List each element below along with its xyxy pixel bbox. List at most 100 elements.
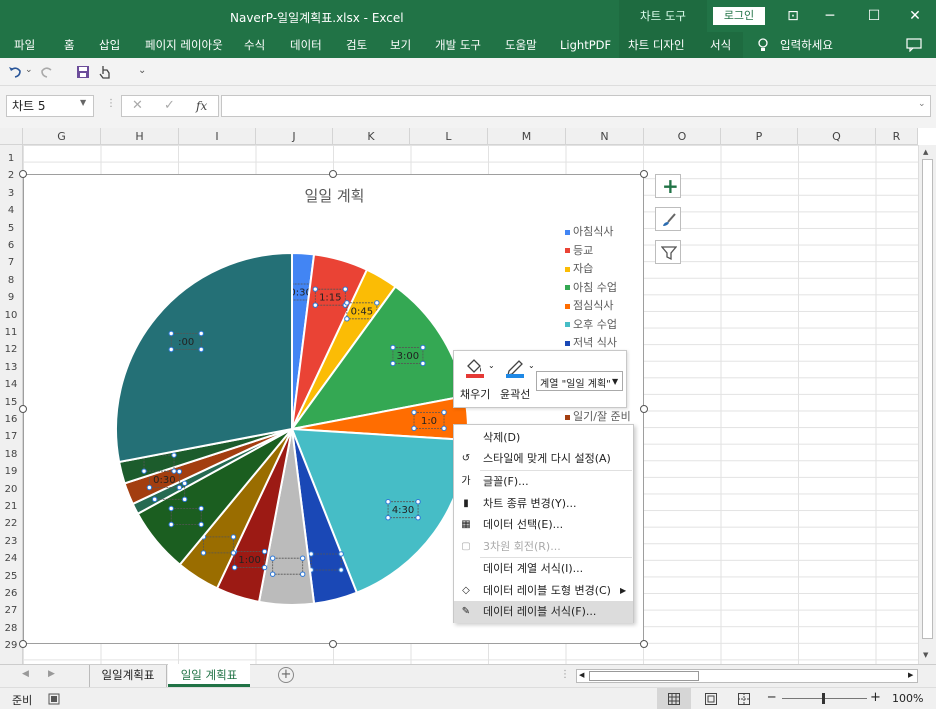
menu-item-7[interactable]: 데이터 계열 서식(I)... [454, 558, 633, 580]
row-header-9[interactable]: 9 [0, 290, 22, 307]
row-header-20[interactable]: 20 [0, 482, 22, 499]
minimize-button[interactable]: ─ [808, 0, 852, 32]
outline-label[interactable]: 윤곽선 [500, 386, 530, 402]
tab-home[interactable]: 홈 [64, 32, 75, 58]
row-header-29[interactable]: 29 [0, 638, 22, 655]
menu-item-4[interactable]: ▮ 차트 종류 변경(Y)... [454, 493, 633, 515]
tab-view[interactable]: 보기 [390, 32, 411, 58]
normal-view-button[interactable] [657, 688, 691, 709]
zoom-slider-thumb[interactable] [822, 693, 825, 704]
tab-lightpdf[interactable]: LightPDF [560, 32, 611, 58]
row-header-14[interactable]: 14 [0, 377, 22, 394]
column-header-q[interactable]: Q [798, 128, 876, 145]
expand-formula-icon[interactable]: ⌄ [918, 99, 926, 109]
row-header-10[interactable]: 10 [0, 308, 22, 325]
tab-data[interactable]: 데이터 [290, 32, 322, 58]
tab-formulas[interactable]: 수식 [244, 32, 265, 58]
formula-input[interactable] [221, 95, 931, 117]
column-header-k[interactable]: K [333, 128, 410, 145]
legend-entry-2[interactable]: 등교 [565, 242, 593, 258]
column-header-n[interactable]: N [566, 128, 644, 145]
series-select[interactable]: 계열 "일일 계획" ▼ [536, 371, 623, 391]
outline-pen-icon[interactable] [504, 357, 526, 379]
row-header-23[interactable]: 23 [0, 534, 22, 551]
sheet-tab-2-active[interactable]: 일일 계획표 [168, 664, 250, 687]
column-header-j[interactable]: J [256, 128, 333, 145]
chart-handle-l[interactable] [19, 405, 27, 413]
row-header-12[interactable]: 12 [0, 342, 22, 359]
tab-developer[interactable]: 개발 도구 [435, 32, 481, 58]
menu-item-3[interactable]: 가 글꼴(F)... [454, 471, 633, 493]
chart-handle-br[interactable] [640, 640, 648, 648]
column-header-i[interactable]: I [179, 128, 256, 145]
row-header-24[interactable]: 24 [0, 551, 22, 568]
legend-entry-8[interactable]: 일기/잘 준비 [565, 408, 631, 424]
customize-qat-icon[interactable]: ⌄ [138, 65, 146, 76]
undo-icon[interactable] [8, 65, 22, 79]
tab-splitter-icon[interactable]: ⋮ [560, 669, 570, 680]
scroll-thumb[interactable] [922, 159, 933, 639]
row-header-4[interactable]: 4 [0, 203, 22, 220]
page-break-view-icon[interactable] [738, 693, 750, 705]
chart-handle-tl[interactable] [19, 170, 27, 178]
column-header-o[interactable]: O [644, 128, 721, 145]
fill-label[interactable]: 채우기 [460, 386, 490, 402]
row-header-28[interactable]: 28 [0, 621, 22, 638]
chart-handle-b[interactable] [329, 640, 337, 648]
tab-review[interactable]: 검토 [346, 32, 367, 58]
touch-mode-icon[interactable] [98, 64, 112, 80]
column-header-g[interactable]: G [23, 128, 101, 145]
chart-filters-button[interactable] [655, 240, 681, 264]
row-header-19[interactable]: 19 [0, 464, 22, 481]
column-header-l[interactable]: L [410, 128, 488, 145]
row-header-16[interactable]: 16 [0, 412, 22, 429]
tab-chart-design[interactable]: 차트 디자인 [628, 32, 685, 58]
row-header-13[interactable]: 13 [0, 360, 22, 377]
scroll-down-icon[interactable]: ▼ [923, 651, 928, 659]
column-header-p[interactable]: P [721, 128, 798, 145]
legend-entry-1[interactable]: 아침식사 [565, 223, 613, 239]
row-header-18[interactable]: 18 [0, 447, 22, 464]
tab-help[interactable]: 도움말 [505, 32, 537, 58]
scroll-left-icon[interactable]: ◀ [579, 671, 584, 679]
row-header-8[interactable]: 8 [0, 273, 22, 290]
row-header-1[interactable]: 1 [0, 151, 22, 168]
login-button[interactable]: 로그인 [713, 7, 765, 25]
chart-handle-r[interactable] [640, 405, 648, 413]
formula-splitter-icon[interactable]: ⋮ [106, 98, 116, 109]
zoom-level[interactable]: 100% [892, 692, 923, 705]
row-header-7[interactable]: 7 [0, 255, 22, 272]
add-sheet-button[interactable]: + [278, 667, 294, 683]
column-header-r[interactable]: R [876, 128, 918, 145]
scroll-right-icon[interactable]: ▶ [908, 671, 913, 679]
next-sheet-icon[interactable]: ▶ [48, 669, 55, 679]
page-layout-view-icon[interactable] [705, 693, 717, 705]
legend-entry-6[interactable]: 오후 수업 [565, 316, 617, 332]
insert-function-icon[interactable]: fx [196, 99, 207, 113]
tell-me-search[interactable]: 입력하세요 [780, 32, 833, 58]
row-header-26[interactable]: 26 [0, 586, 22, 603]
chart-styles-button[interactable] [655, 207, 681, 231]
row-header-17[interactable]: 17 [0, 429, 22, 446]
h-scroll-thumb[interactable] [589, 671, 699, 681]
tab-page-layout[interactable]: 페이지 레이아웃 [145, 32, 223, 58]
row-header-27[interactable]: 27 [0, 603, 22, 620]
cancel-icon[interactable]: ✕ [132, 98, 143, 113]
chart-handle-bl[interactable] [19, 640, 27, 648]
row-header-21[interactable]: 21 [0, 499, 22, 516]
tab-format[interactable]: 서식 [710, 32, 731, 58]
sheet-tab-1[interactable]: 일일계획표 [89, 665, 167, 687]
row-header-6[interactable]: 6 [0, 238, 22, 255]
menu-item-5[interactable]: ▦ 데이터 선택(E)... [454, 514, 633, 536]
name-box-dropdown-icon[interactable]: ▼ [80, 98, 86, 107]
fill-bucket-icon[interactable] [464, 357, 486, 379]
horizontal-scrollbar[interactable]: ◀ ▶ [576, 669, 918, 683]
menu-item-1[interactable]: 삭제(D) [454, 427, 633, 449]
comments-icon[interactable] [906, 38, 922, 52]
save-icon[interactable] [76, 65, 90, 79]
menu-item-9[interactable]: ✎ 데이터 레이블 서식(F)... [454, 601, 633, 623]
row-header-22[interactable]: 22 [0, 516, 22, 533]
prev-sheet-icon[interactable]: ◀ [22, 669, 29, 679]
chart-handle-tr[interactable] [640, 170, 648, 178]
zoom-in-button[interactable]: + [870, 690, 881, 705]
